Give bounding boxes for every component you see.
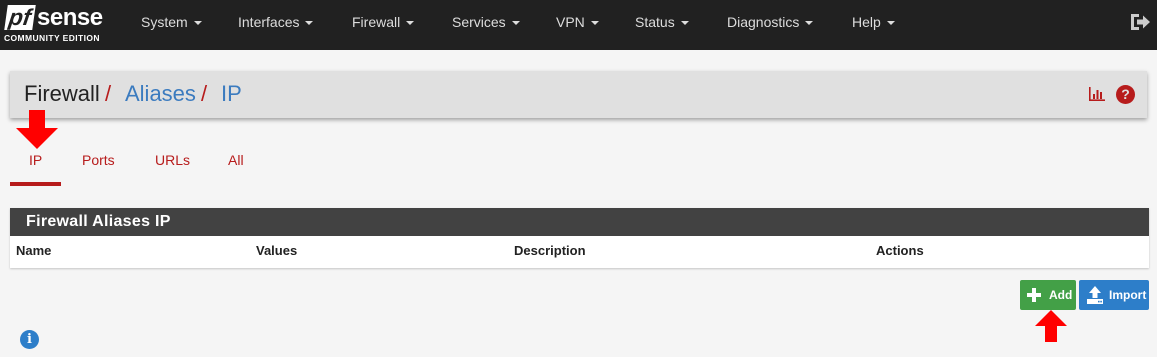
logo-edition-text: COMMUNITY EDITION bbox=[4, 33, 100, 43]
logo-sense-text: sense bbox=[37, 4, 103, 31]
nav-menu-firewall[interactable]: Firewall bbox=[352, 0, 415, 50]
column-header-values[interactable]: Values bbox=[256, 236, 297, 266]
pfsense-logo[interactable]: pf sense COMMUNITY EDITION bbox=[4, 4, 112, 47]
nav-menu-status[interactable]: Status bbox=[635, 0, 689, 50]
caret-down-icon bbox=[511, 21, 520, 25]
nav-menu-label: VPN bbox=[556, 14, 585, 30]
nav-menu-label: Interfaces bbox=[238, 14, 300, 30]
bar-chart-icon[interactable] bbox=[1088, 86, 1106, 102]
active-tab-indicator bbox=[10, 182, 61, 186]
nav-menu-label: Firewall bbox=[352, 14, 401, 30]
annotation-arrow-down bbox=[16, 110, 58, 149]
caret-down-icon bbox=[680, 21, 689, 25]
breadcrumb-ip-link[interactable]: IP bbox=[221, 81, 242, 107]
import-button[interactable]: Import bbox=[1079, 280, 1149, 310]
page-header: Firewall / Aliases / IP ? bbox=[10, 71, 1147, 118]
caret-down-icon bbox=[590, 21, 599, 25]
caret-down-icon bbox=[305, 21, 314, 25]
caret-down-icon bbox=[886, 21, 895, 25]
nav-menu-interfaces[interactable]: Interfaces bbox=[238, 0, 314, 50]
question-circle-icon[interactable]: ? bbox=[1116, 85, 1135, 104]
breadcrumb-aliases-link[interactable]: Aliases bbox=[125, 81, 196, 107]
nav-menu-services[interactable]: Services bbox=[452, 0, 520, 50]
column-header-actions: Actions bbox=[876, 243, 924, 258]
tab-all[interactable]: All bbox=[228, 152, 244, 168]
caret-down-icon bbox=[193, 21, 202, 25]
upload-icon bbox=[1087, 286, 1103, 304]
add-button-label: Add bbox=[1049, 288, 1073, 302]
info-circle-icon[interactable]: i bbox=[20, 330, 39, 349]
tab-ports[interactable]: Ports bbox=[82, 152, 115, 168]
caret-down-icon bbox=[406, 21, 415, 25]
plus-icon bbox=[1027, 288, 1041, 302]
nav-menu-label: System bbox=[141, 14, 188, 30]
nav-menu-label: Help bbox=[852, 14, 881, 30]
logo-pf-text: pf bbox=[4, 4, 36, 30]
caret-down-icon bbox=[805, 21, 814, 25]
column-header-description[interactable]: Description bbox=[514, 236, 586, 266]
import-button-label: Import bbox=[1109, 288, 1147, 302]
nav-menu-label: Diagnostics bbox=[727, 14, 800, 30]
panel-title-text: Firewall Aliases IP bbox=[26, 213, 171, 230]
sign-out-icon[interactable] bbox=[1129, 12, 1151, 32]
annotation-arrow-up bbox=[1035, 310, 1067, 342]
tab-urls[interactable]: URLs bbox=[155, 152, 190, 168]
breadcrumb-separator: / bbox=[201, 81, 208, 106]
nav-menu-vpn[interactable]: VPN bbox=[556, 0, 599, 50]
column-header-name[interactable]: Name bbox=[16, 236, 51, 266]
nav-menu-diagnostics[interactable]: Diagnostics bbox=[727, 0, 814, 50]
nav-menu-label: Status bbox=[635, 14, 675, 30]
nav-menu-system[interactable]: System bbox=[141, 0, 202, 50]
add-button[interactable]: Add bbox=[1020, 280, 1076, 310]
breadcrumb-separator: / bbox=[105, 81, 112, 106]
nav-menu-label: Services bbox=[452, 14, 506, 30]
top-navbar: pf sense COMMUNITY EDITION System Interf… bbox=[0, 0, 1157, 50]
breadcrumb-firewall: Firewall bbox=[24, 81, 100, 106]
nav-menu-help[interactable]: Help bbox=[852, 0, 895, 50]
panel-title: Firewall Aliases IP bbox=[10, 208, 1149, 236]
tab-ip[interactable]: IP bbox=[29, 152, 42, 168]
